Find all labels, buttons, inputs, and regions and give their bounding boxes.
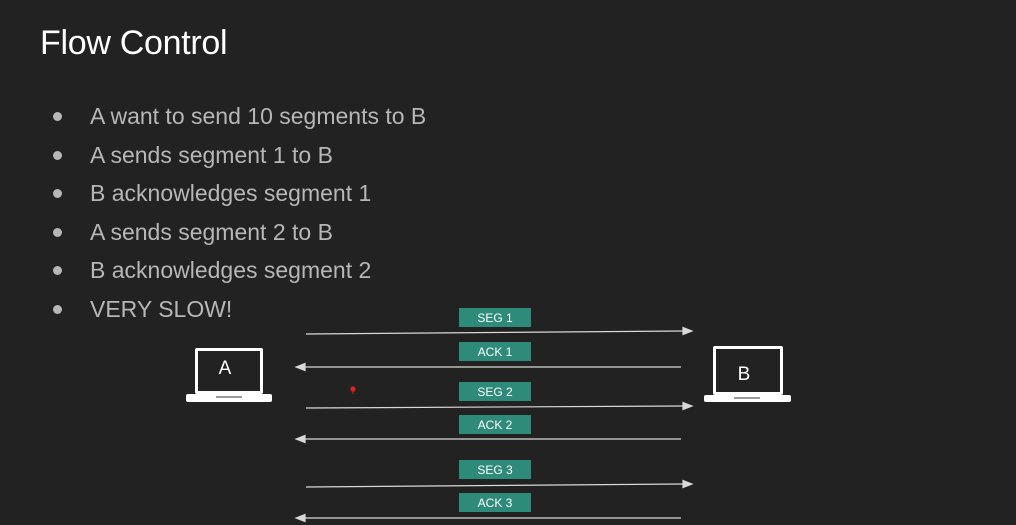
slide: Flow Control A want to send 10 segments … [0, 0, 1016, 525]
message-label-text: ACK 2 [478, 418, 513, 432]
arrowhead-right-icon [682, 326, 694, 336]
arrow-a-to-b [305, 405, 685, 409]
arrowhead-right-icon [682, 479, 694, 489]
arrowhead-left-icon [294, 362, 306, 372]
host-a-label: A [219, 358, 232, 379]
message-label: ACK 1 [459, 342, 531, 361]
arrowhead-right-icon [682, 401, 694, 411]
message-label: SEG 3 [459, 460, 531, 479]
message-label: SEG 2 [459, 382, 531, 401]
message-label-text: SEG 3 [477, 463, 513, 477]
laptop-b-icon: B [704, 346, 791, 402]
laptop-a-icon: A [186, 348, 272, 402]
message-label: ACK 2 [459, 415, 531, 434]
arrowhead-left-icon [294, 513, 306, 523]
message-label: ACK 3 [459, 493, 531, 512]
message-label-text: SEG 2 [477, 385, 513, 399]
arrow-a-to-b [305, 483, 685, 488]
message-label-text: ACK 1 [478, 345, 513, 359]
message-label-text: ACK 3 [478, 496, 513, 510]
pointer-dot-icon [350, 386, 356, 394]
arrow-a-to-b [305, 330, 685, 335]
host-b-label: B [738, 364, 751, 385]
message-label-text: SEG 1 [477, 311, 513, 325]
message-label: SEG 1 [459, 308, 531, 327]
sequence-diagram: A B SEG 1 ACK 1 SEG 2 ACK 2 SEG 3 ACK 3 [186, 308, 791, 523]
arrowhead-left-icon [294, 434, 306, 444]
